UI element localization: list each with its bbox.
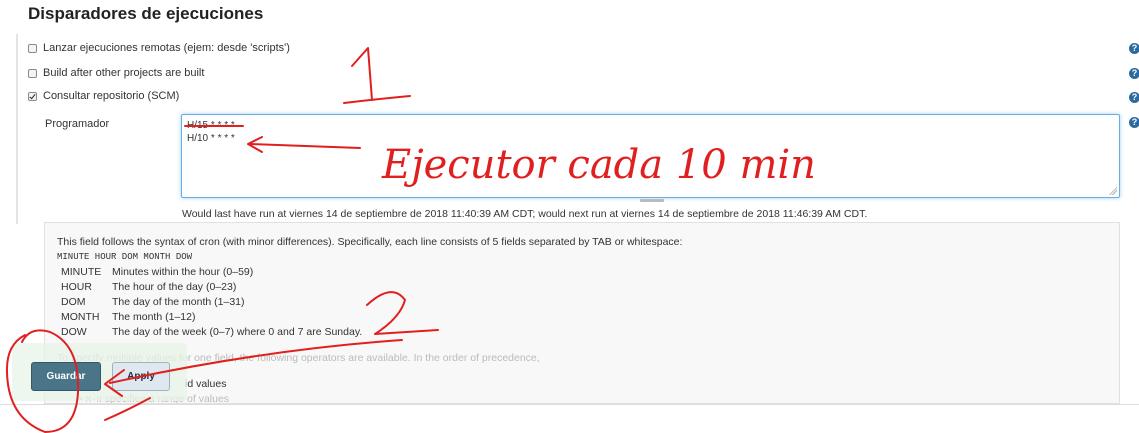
help-icon[interactable]: ? [1129,92,1139,103]
field-desc: The day of the week (0–7) where 0 and 7 … [112,326,363,338]
field-name: MONTH [61,311,100,323]
trigger-remote-checkbox[interactable] [28,43,37,53]
trigger-scm-row[interactable]: Consultar repositorio (SCM) [28,88,179,104]
apply-button[interactable]: Apply [112,362,170,391]
help-field-row: DOM The day of the month (1–31) [61,296,245,308]
help-icon[interactable]: ? [1129,68,1139,79]
help-field-row: MINUTE Minutes within the hour (0–59) [61,266,253,278]
annotation-step1-mark [351,47,373,101]
schedule-line: H/10 * * * * [187,133,235,144]
field-name: HOUR [61,281,92,293]
field-desc: Minutes within the hour (0–59) [112,266,254,278]
help-icon[interactable]: ? [1129,117,1139,128]
field-name: DOW [61,326,87,338]
trigger-after-build-checkbox[interactable] [28,68,37,78]
help-field-row: MONTH The month (1–12) [61,311,195,323]
schedule-line: H/15 * * * * [187,120,235,131]
trigger-remote-row[interactable]: Lanzar ejecuciones remotas (ejem: desde … [28,40,290,56]
help-icon[interactable]: ? [1129,43,1139,54]
field-desc: The month (1–12) [112,311,196,323]
trigger-scm-checkbox[interactable] [28,91,37,101]
annotation-step1-base [343,95,411,104]
next-run-text: Would last have run at viernes 14 de sep… [182,208,868,220]
field-name: MINUTE [61,266,102,278]
help-intro: This field follows the syntax of cron (w… [57,236,683,248]
trigger-remote-label: Lanzar ejecuciones remotas (ejem: desde … [43,42,290,54]
trigger-scm-label: Consultar repositorio (SCM) [43,90,180,102]
field-name: DOM [61,296,86,308]
help-field-row: HOUR The hour of the day (0–23) [61,281,236,293]
help-field-row: DOW The day of the week (0–7) where 0 an… [61,326,362,338]
save-button[interactable]: Guardar [31,362,101,391]
trigger-after-build-label: Build after other projects are built [43,67,205,79]
field-desc: The day of the month (1–31) [112,296,245,308]
schedule-textarea[interactable]: H/15 * * * * H/10 * * * * [181,114,1120,198]
help-bullet: id values [185,378,227,390]
bottom-divider [0,404,1139,405]
expand-handle[interactable] [640,199,664,202]
resize-handle[interactable] [1109,187,1117,195]
trigger-after-build-row[interactable]: Build after other projects are built [28,65,204,81]
cron-help-panel: This field follows the syntax of cron (w… [44,222,1120,404]
schedule-label: Programador [45,118,110,130]
field-desc: The hour of the day (0–23) [112,281,237,293]
section-title: Disparadores de ejecuciones [28,4,264,23]
section-divider [16,34,18,224]
help-syntax: MINUTE HOUR DOM MONTH DOW [57,252,193,262]
